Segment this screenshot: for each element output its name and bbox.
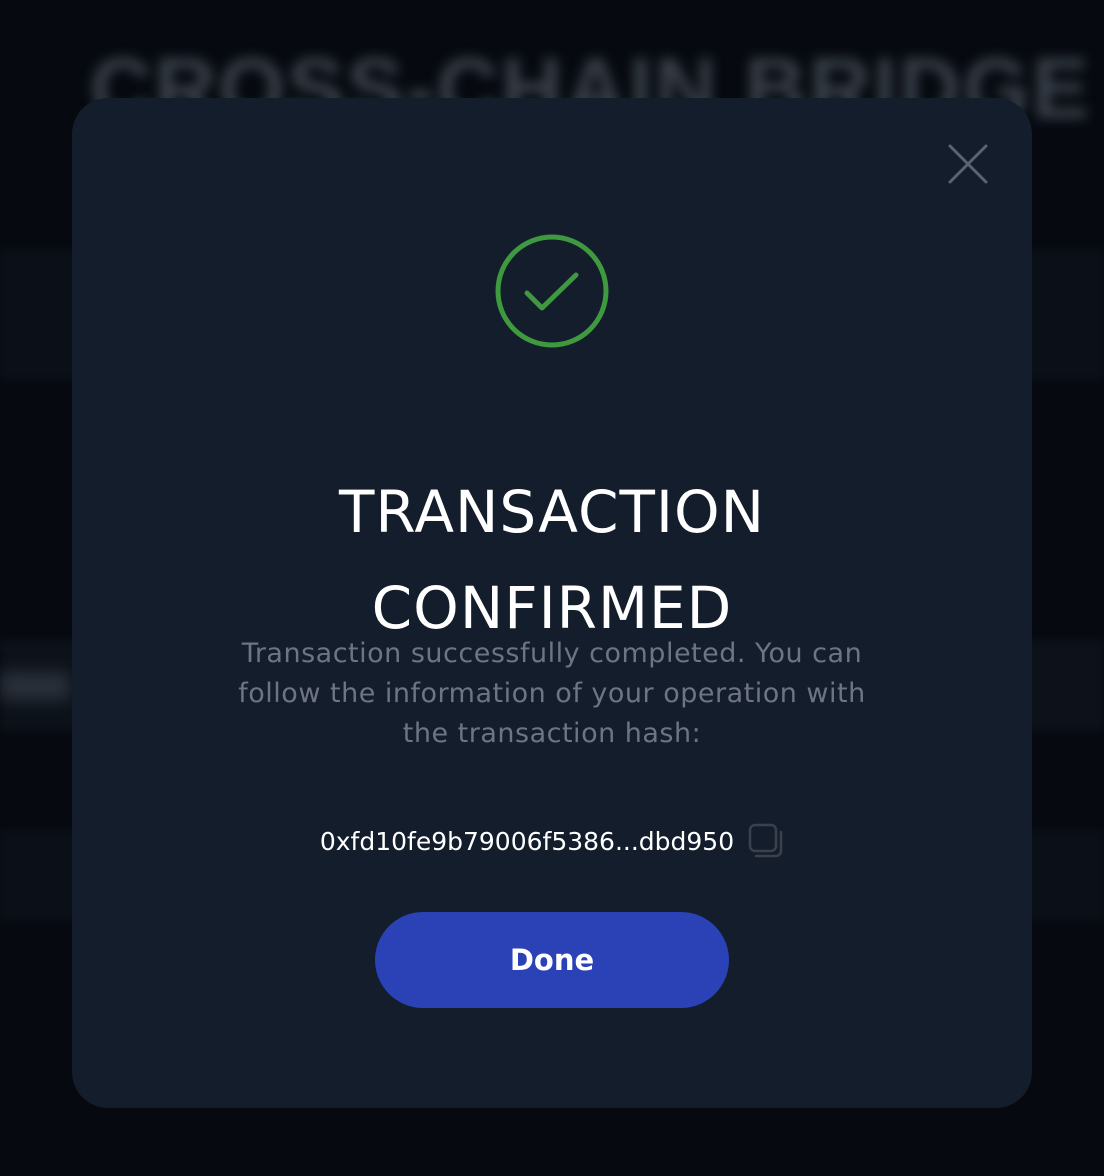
background-text-fragment — [0, 672, 70, 700]
close-button[interactable] — [946, 142, 990, 186]
modal-title: TRANSACTION CONFIRMED — [72, 464, 1032, 656]
transaction-hash[interactable]: 0xfd10fe9b79006f5386...dbd950 — [320, 827, 734, 856]
done-button[interactable]: Done — [375, 912, 729, 1008]
check-circle-icon — [494, 233, 610, 349]
modal-title-line1: TRANSACTION — [338, 477, 766, 546]
close-icon — [948, 144, 988, 184]
transaction-hash-row: 0xfd10fe9b79006f5386...dbd950 — [72, 818, 1032, 864]
modal-description: Transaction successfully completed. You … — [238, 638, 866, 749]
copy-icon[interactable] — [746, 822, 784, 860]
